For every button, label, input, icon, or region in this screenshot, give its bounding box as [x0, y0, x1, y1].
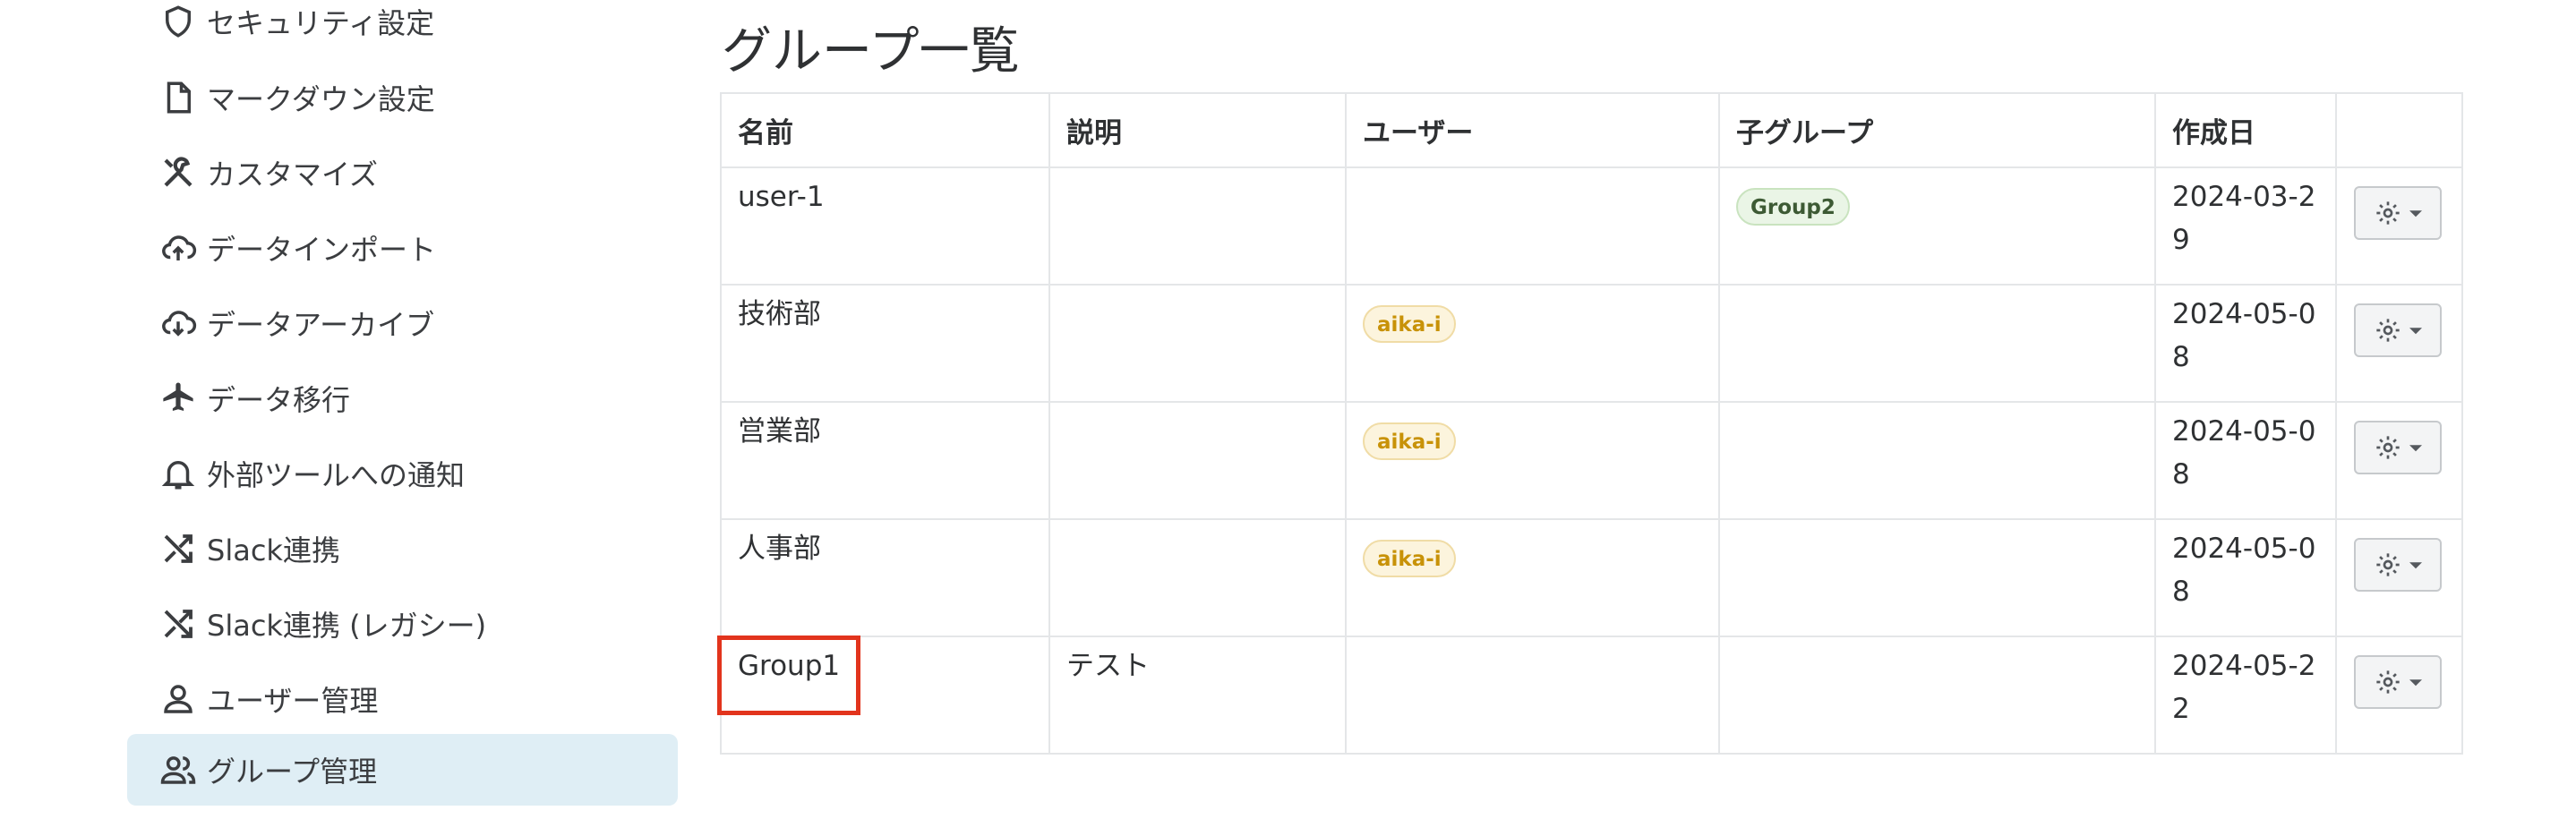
shield-icon: [158, 2, 198, 41]
column-header-created: 作成日: [2154, 92, 2337, 168]
users-icon: [158, 750, 198, 789]
group-actions-dropdown[interactable]: [2354, 303, 2442, 357]
group-created-date: 2024-05-08: [2154, 401, 2337, 520]
group-actions-dropdown[interactable]: [2354, 186, 2442, 240]
caret-down-icon: [2409, 679, 2422, 687]
sidebar-item-slack[interactable]: Slack連携: [127, 513, 678, 584]
sidebar-item-markdown[interactable]: マークダウン設定: [127, 62, 678, 133]
sidebar-item-group-management[interactable]: グループ管理: [127, 734, 678, 806]
sidebar-item-label: セキュリティ設定: [207, 6, 435, 40]
sidebar-item-label: 外部ツールへの通知: [207, 458, 466, 492]
sidebar-item-label: マークダウン設定: [207, 82, 435, 116]
sidebar-item-label: カスタマイズ: [207, 158, 379, 192]
shuffle-icon: [158, 604, 198, 644]
column-header-description: 説明: [1048, 92, 1347, 168]
sidebar-item-notifications[interactable]: 外部ツールへの通知: [127, 438, 678, 509]
bell-icon: [158, 454, 198, 493]
group-description: [1048, 166, 1347, 286]
group-child-groups: [1718, 636, 2156, 755]
sidebar-item-data-migration[interactable]: データ移行: [127, 363, 678, 434]
user-badge[interactable]: aika-i: [1363, 422, 1456, 460]
group-actions: [2335, 401, 2463, 520]
group-actions-dropdown[interactable]: [2354, 655, 2442, 709]
column-header-users: ユーザー: [1345, 92, 1720, 168]
gear-icon: [2376, 319, 2400, 342]
gear-icon: [2376, 670, 2400, 694]
table-header-row: 名前 説明 ユーザー 子グループ 作成日: [720, 92, 2463, 168]
sidebar-item-label: グループ管理: [207, 755, 378, 789]
table-row: Group1 テスト 2024-05-22: [717, 636, 2463, 755]
group-created-date: 2024-03-29: [2154, 166, 2337, 286]
cloud-upload-icon: [158, 228, 198, 268]
group-child-groups: [1718, 401, 2156, 520]
group-created-date: 2024-05-22: [2154, 636, 2337, 755]
group-description: テスト: [1048, 636, 1347, 755]
group-child-groups: Group2: [1718, 166, 2156, 286]
file-icon: [158, 78, 198, 117]
sidebar-item-slack-legacy[interactable]: Slack連携 (レガシー): [127, 588, 678, 660]
group-description: [1048, 284, 1347, 403]
user-badge[interactable]: aika-i: [1363, 305, 1456, 343]
group-description: [1048, 518, 1347, 637]
group-actions-dropdown[interactable]: [2354, 421, 2442, 474]
user-badge[interactable]: aika-i: [1363, 540, 1456, 577]
sidebar-item-label: ユーザー管理: [207, 684, 379, 718]
group-actions: [2335, 518, 2463, 637]
sidebar-item-data-import[interactable]: データインポート: [127, 212, 678, 284]
sidebar-item-label: データインポート: [207, 233, 437, 267]
sidebar-item-data-archive[interactable]: データアーカイブ: [127, 287, 678, 359]
user-icon: [158, 679, 198, 719]
group-name-cell: Group1: [717, 636, 1050, 755]
group-created-date: 2024-05-08: [2154, 518, 2337, 637]
group-name-link[interactable]: 人事部: [720, 518, 1050, 637]
group-table: 名前 説明 ユーザー 子グループ 作成日 user-1 Group2 2024-…: [717, 92, 2463, 755]
group-users: [1345, 166, 1720, 286]
group-child-groups: [1718, 518, 2156, 637]
gear-icon: [2376, 553, 2400, 576]
sidebar-item-label: データ移行: [207, 383, 351, 417]
group-actions: [2335, 636, 2463, 755]
column-header-actions: [2335, 92, 2463, 168]
caret-down-icon: [2409, 562, 2422, 569]
group-actions-dropdown[interactable]: [2354, 538, 2442, 592]
group-users: aika-i: [1345, 518, 1720, 637]
group-users: aika-i: [1345, 284, 1720, 403]
group-child-groups: [1718, 284, 2156, 403]
group-users: aika-i: [1345, 401, 1720, 520]
tools-icon: [158, 153, 198, 192]
group-actions: [2335, 166, 2463, 286]
table-row: 人事部 aika-i 2024-05-08: [720, 518, 2463, 637]
group-name-link[interactable]: 技術部: [720, 284, 1050, 403]
sidebar-item-label: データアーカイブ: [207, 308, 435, 342]
column-header-child-groups: 子グループ: [1718, 92, 2156, 168]
caret-down-icon: [2409, 328, 2422, 335]
column-header-name: 名前: [720, 92, 1050, 168]
group-name-link[interactable]: 営業部: [720, 401, 1050, 520]
group-actions: [2335, 284, 2463, 403]
gear-icon: [2376, 436, 2400, 459]
table-row: 営業部 aika-i 2024-05-08: [720, 401, 2463, 520]
page-title: グループ一覧: [722, 22, 1020, 81]
group-name-link[interactable]: user-1: [720, 166, 1050, 286]
group-created-date: 2024-05-08: [2154, 284, 2337, 403]
sidebar-item-label: Slack連携: [207, 533, 340, 567]
group-name-link[interactable]: Group1: [738, 650, 840, 682]
table-row: 技術部 aika-i 2024-05-08: [720, 284, 2463, 403]
caret-down-icon: [2409, 210, 2422, 218]
sidebar-item-customize[interactable]: カスタマイズ: [127, 137, 678, 209]
table-row: user-1 Group2 2024-03-29: [720, 166, 2463, 286]
child-group-badge[interactable]: Group2: [1736, 188, 1850, 226]
sidebar-item-security[interactable]: セキュリティ設定: [127, 0, 678, 57]
shuffle-icon: [158, 529, 198, 568]
airplane-icon: [158, 379, 198, 418]
group-description: [1048, 401, 1347, 520]
sidebar-item-label: Slack連携 (レガシー): [207, 609, 487, 643]
admin-sidebar: セキュリティ設定 マークダウン設定 カスタマイズ データインポート データアーカ…: [127, 0, 678, 819]
gear-icon: [2376, 201, 2400, 225]
cloud-download-icon: [158, 303, 198, 343]
group-users: [1345, 636, 1720, 755]
sidebar-item-user-management[interactable]: ユーザー管理: [127, 663, 678, 735]
caret-down-icon: [2409, 445, 2422, 452]
